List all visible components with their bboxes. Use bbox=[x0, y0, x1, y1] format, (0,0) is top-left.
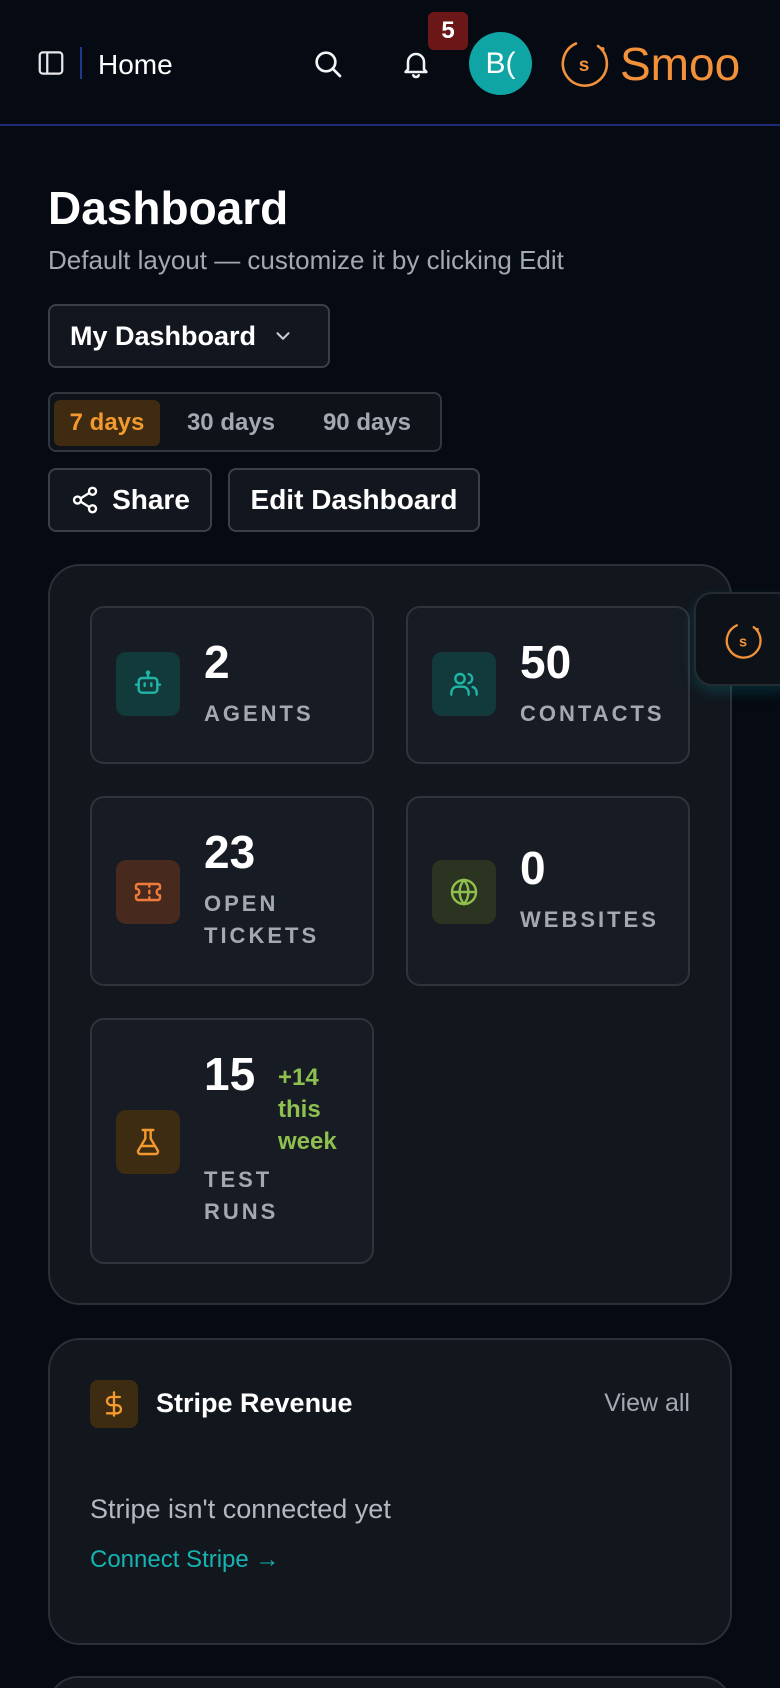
stat-label: WEBSITES bbox=[520, 907, 659, 932]
assistant-launcher-button[interactable]: s bbox=[694, 592, 780, 686]
stat-card-websites[interactable]: 0 WEBSITES bbox=[406, 796, 690, 986]
stat-value: 2 bbox=[204, 636, 230, 688]
users-icon bbox=[432, 652, 496, 716]
empty-state-message: Stripe isn't connected yet bbox=[90, 1494, 391, 1524]
stat-delta-line-3: week bbox=[278, 1128, 337, 1155]
bell-icon[interactable] bbox=[400, 48, 432, 80]
bot-icon bbox=[116, 652, 180, 716]
card-title: Stripe Revenue bbox=[156, 1388, 353, 1418]
share-button-label: Share bbox=[112, 484, 190, 515]
stat-delta-line-1: +14 bbox=[278, 1064, 319, 1091]
share-icon bbox=[72, 486, 98, 514]
stat-value: 0 bbox=[520, 842, 546, 894]
search-icon[interactable] bbox=[312, 48, 344, 80]
next-widget-card bbox=[48, 1676, 732, 1688]
stat-card-test-runs[interactable]: 15 +14 this week TEST RUNS bbox=[90, 1018, 374, 1264]
breadcrumb-divider bbox=[80, 47, 82, 79]
breadcrumb[interactable]: Home bbox=[98, 48, 173, 82]
stat-card-agents[interactable]: 2 AGENTS bbox=[90, 606, 374, 764]
stat-delta-line-2: this bbox=[278, 1096, 321, 1123]
page-title: Dashboard bbox=[48, 182, 289, 234]
brand-mark-icon: s bbox=[561, 42, 609, 87]
dashboard-select[interactable]: My Dashboard bbox=[48, 304, 330, 368]
brand-mark-letter: s bbox=[579, 55, 590, 76]
ticket-icon bbox=[116, 860, 180, 924]
brand-mark-letter: s bbox=[739, 634, 747, 650]
connect-stripe-link[interactable]: Connect Stripe → bbox=[90, 1544, 279, 1576]
chevron-down-icon bbox=[276, 332, 290, 340]
stat-card-open-tickets[interactable]: 23 OPEN TICKETS bbox=[90, 796, 374, 986]
top-bar: Home 5 B( s Smoo bbox=[0, 0, 780, 126]
range-7-days[interactable]: 7 days bbox=[54, 400, 160, 446]
dashboard-page: Home 5 B( s Smoo Dashboard Default layou… bbox=[0, 0, 780, 1688]
stat-value: 23 bbox=[204, 826, 256, 878]
stat-label-line-2: TICKETS bbox=[204, 923, 320, 948]
dollar-icon bbox=[90, 1380, 138, 1428]
time-range-toggle: 7 days 30 days 90 days bbox=[48, 392, 442, 452]
stat-label: AGENTS bbox=[204, 701, 314, 726]
avatar[interactable]: B( bbox=[469, 32, 532, 95]
notification-badge[interactable]: 5 bbox=[428, 12, 468, 50]
stats-panel: 2 AGENTS 50 CONTACTS 23 OPEN TICKETS 0 W… bbox=[48, 564, 732, 1305]
stripe-revenue-card: Stripe Revenue View all Stripe isn't con… bbox=[48, 1338, 732, 1645]
stat-value: 15 bbox=[204, 1048, 256, 1100]
share-button[interactable]: Share bbox=[48, 468, 212, 532]
brand-mark-icon: s bbox=[725, 624, 762, 659]
stat-label-line-2: RUNS bbox=[204, 1199, 279, 1224]
page-subtitle: Default layout — customize it by clickin… bbox=[48, 245, 564, 275]
range-90-days[interactable]: 90 days bbox=[312, 400, 422, 446]
brand-logo[interactable]: s Smoo bbox=[554, 34, 740, 94]
edit-dashboard-button[interactable]: Edit Dashboard bbox=[228, 468, 480, 532]
view-all-link[interactable]: View all bbox=[604, 1386, 690, 1420]
brand-name: Smoo bbox=[620, 38, 741, 90]
globe-icon bbox=[432, 860, 496, 924]
stat-label-line-1: OPEN bbox=[204, 891, 279, 916]
stat-label-line-1: TEST bbox=[204, 1167, 273, 1192]
dashboard-select-value: My Dashboard bbox=[70, 320, 257, 351]
sidebar-toggle-icon[interactable] bbox=[36, 48, 66, 78]
stat-label: CONTACTS bbox=[520, 701, 665, 726]
range-30-days[interactable]: 30 days bbox=[178, 400, 284, 446]
flask-icon bbox=[116, 1110, 180, 1174]
stat-card-contacts[interactable]: 50 CONTACTS bbox=[406, 606, 690, 764]
stat-value: 50 bbox=[520, 636, 572, 688]
edit-dashboard-label: Edit Dashboard bbox=[250, 484, 458, 515]
